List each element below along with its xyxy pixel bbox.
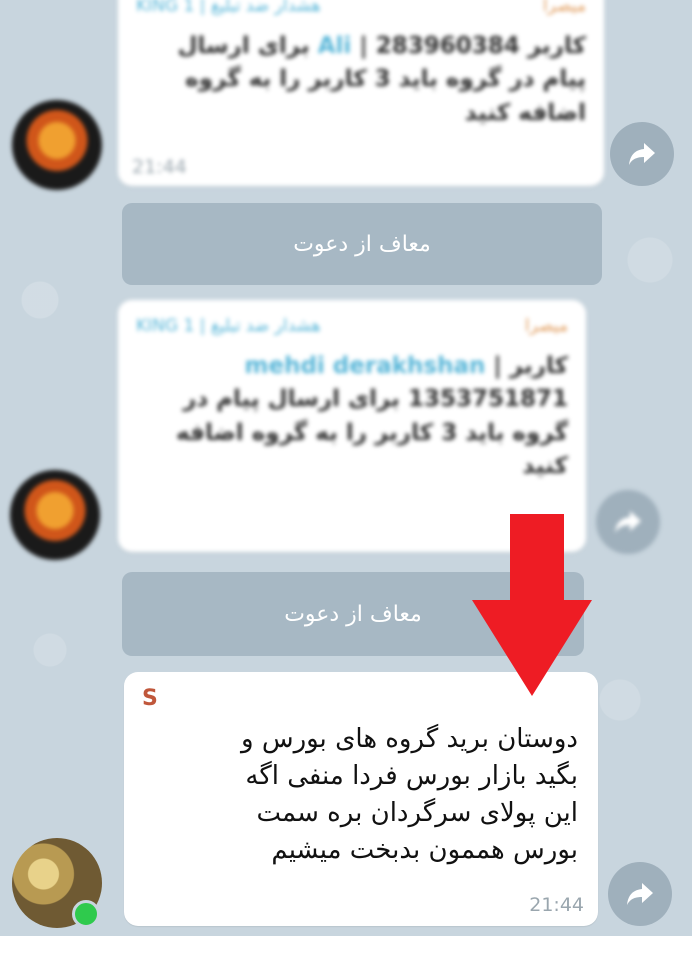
- header-text: هشدار ضد تبلیغ | KING 1: [136, 316, 321, 336]
- header-text: هشدار ضد تبلیغ | KING 1: [136, 0, 321, 16]
- red-down-arrow-icon: [472, 514, 592, 696]
- message-header: میصرا هشدار ضد تبلیغ | KING 1: [136, 0, 586, 16]
- message-bubble-1[interactable]: میصرا هشدار ضد تبلیغ | KING 1 کاربر 2839…: [118, 0, 604, 186]
- message-time: 21:44: [132, 156, 187, 178]
- message-text: دوستان برید گروه های بورس و بگید بازار ب…: [241, 724, 578, 865]
- service-message: معاف از دعوت: [122, 203, 602, 285]
- service-text: معاف از دعوت: [293, 231, 431, 257]
- message-time: 21:44: [529, 894, 584, 916]
- message-text: کاربر 283960384 | Ali برای ارسال پیام در…: [136, 30, 586, 130]
- service-text: معاف از دعوت: [284, 601, 422, 627]
- user-link[interactable]: Ali: [318, 33, 352, 59]
- sender-name: میصرا: [542, 0, 586, 16]
- online-indicator: [72, 900, 100, 928]
- user-link[interactable]: mehdi derakhshan: [245, 353, 486, 379]
- share-arrow-icon[interactable]: [610, 122, 674, 186]
- share-arrow-icon[interactable]: [608, 862, 672, 926]
- message-bubble-3[interactable]: S دوستان برید گروه های بورس و بگید بازار…: [124, 672, 598, 926]
- text-prefix: کاربر 283960384 |: [359, 33, 586, 59]
- avatar[interactable]: [10, 470, 100, 560]
- text-prefix: کاربر |: [493, 353, 568, 379]
- avatar[interactable]: [12, 100, 102, 190]
- message-text: کاربر | mehdi derakhshan 1353751871 برای…: [136, 350, 568, 483]
- share-arrow-icon[interactable]: [596, 490, 660, 554]
- text-body: 1353751871 برای ارسال پیام در گروه باید …: [175, 386, 568, 480]
- sender-name: میصرا: [524, 316, 568, 336]
- message-header: میصرا هشدار ضد تبلیغ | KING 1: [136, 316, 568, 336]
- input-bar[interactable]: [0, 936, 692, 964]
